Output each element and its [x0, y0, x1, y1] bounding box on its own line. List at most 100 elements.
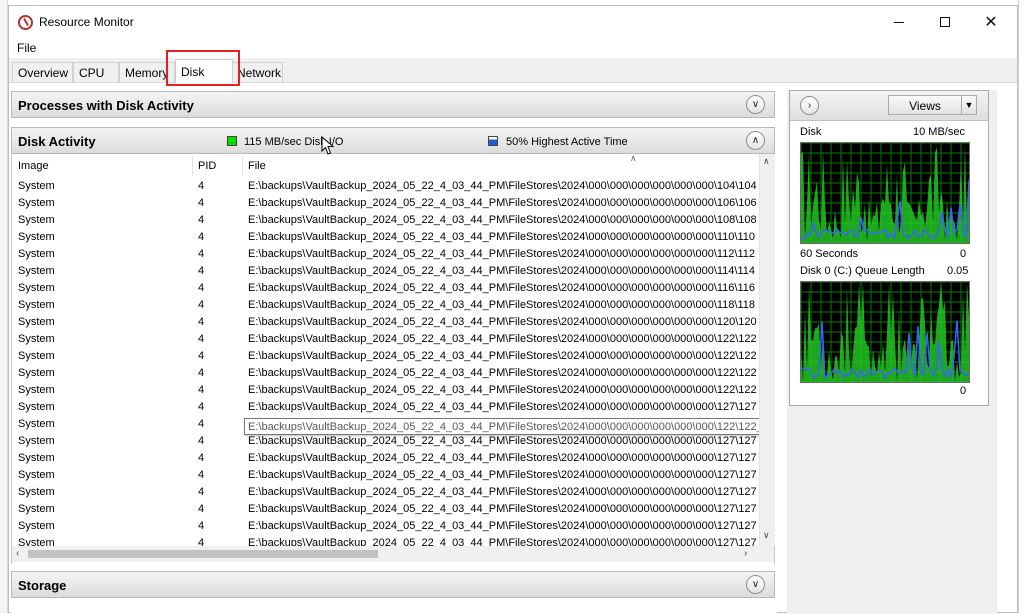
row-pid: 4 — [198, 333, 205, 345]
processes-section-header[interactable]: Processes with Disk Activity ∨ — [11, 91, 775, 118]
row-image: System — [18, 299, 55, 311]
minimize-button[interactable] — [876, 6, 922, 38]
close-button[interactable]: ✕ — [968, 6, 1014, 38]
active-time-legend: 50% Highest Active Time — [506, 136, 628, 148]
row-file: E:\backups\VaultBackup_2024_05_22_4_03_4… — [248, 333, 757, 345]
row-image: System — [18, 180, 55, 192]
activity-area — [801, 145, 969, 243]
row-file: E:\backups\VaultBackup_2024_05_22_4_03_4… — [248, 214, 757, 226]
row-image: System — [18, 520, 55, 532]
storage-section-header[interactable]: Storage ∨ — [11, 571, 775, 598]
scroll-down-icon[interactable]: ∨ — [763, 530, 770, 541]
row-image: System — [18, 231, 55, 243]
row-image: System — [18, 214, 55, 226]
tab-memory[interactable]: Memory — [119, 62, 175, 82]
table-row[interactable]: System 4 E:\backups\VaultBackup_2024_05_22… — [12, 297, 762, 314]
vertical-scrollbar[interactable]: ∧ ∨ — [759, 154, 775, 546]
tab-cpu[interactable]: CPU — [73, 62, 119, 82]
row-file: E:\backups\VaultBackup_2024_05_22_4_03_4… — [248, 503, 757, 515]
table-row[interactable]: System 4 E:\backups\VaultBackup_2024_05_22… — [12, 195, 762, 212]
table-row[interactable]: System 4 E:\backups\VaultBackup_2024_05_22… — [12, 314, 762, 331]
table-row[interactable]: System 4 E:\backups\VaultBackup_2024_05_22… — [12, 518, 762, 535]
row-pid: 4 — [198, 469, 205, 481]
horizontal-scrollbar[interactable]: ‹ › — [12, 546, 774, 562]
row-file: E:\backups\VaultBackup_2024_05_22_4_03_4… — [248, 299, 756, 311]
scroll-left-icon[interactable]: ‹ — [16, 548, 19, 559]
tab-overview[interactable]: Overview — [12, 62, 73, 82]
queue-graph-min: 0 — [960, 385, 967, 397]
table-row[interactable]: System 4 E:\backups\VaultBackup_2024_05_22… — [12, 280, 762, 297]
chevron-down-icon[interactable]: ∨ — [746, 95, 765, 114]
row-image: System — [18, 503, 55, 515]
column-divider[interactable] — [242, 156, 243, 176]
row-file: E:\backups\VaultBackup_2024_05_22_4_03_4… — [248, 350, 757, 362]
table-row[interactable]: System 4 E:\backups\VaultBackup_2024_05_22… — [12, 246, 762, 263]
row-pid: 4 — [198, 503, 205, 515]
row-image: System — [18, 435, 55, 447]
tab-network[interactable]: Network — [231, 62, 283, 82]
queue-graph-title: Disk 0 (C:) Queue Length — [800, 265, 925, 277]
graph-toolbar: › Views ▼ — [790, 91, 988, 121]
tab-bar: Overview CPU Memory Network Disk — [9, 58, 1017, 83]
title-bar: Resource Monitor ✕ — [9, 6, 1017, 38]
close-icon: ✕ — [984, 14, 998, 31]
row-pid: 4 — [198, 520, 205, 532]
table-row[interactable]: System 4 E:\backups\VaultBackup_2024_05_22… — [12, 467, 762, 484]
table-row[interactable]: System 4 E:\backups\VaultBackup_2024_05_22… — [12, 212, 762, 229]
row-file: E:\backups\VaultBackup_2024_05_22_4_03_4… — [248, 265, 756, 277]
table-row[interactable]: System 4 E:\backups\VaultBackup_2024_05_22… — [12, 501, 762, 518]
disk-graph-min: 0 — [960, 248, 967, 260]
table-row[interactable]: System 4 E:\backups\VaultBackup_2024_05_22… — [12, 263, 762, 280]
views-button[interactable]: Views — [888, 95, 962, 115]
sort-indicator-icon: ∧ — [630, 154, 637, 163]
column-header-pid[interactable]: PID — [198, 154, 216, 174]
resource-monitor-icon — [18, 15, 33, 30]
tab-disk[interactable]: Disk — [175, 59, 233, 83]
row-pid: 4 — [198, 231, 205, 243]
table-row[interactable]: System 4 E:\backups\VaultBackup_2024_05_22… — [12, 433, 762, 450]
views-dropdown-button[interactable]: ▼ — [961, 95, 977, 115]
column-header-file[interactable]: File — [248, 154, 266, 174]
table-row[interactable]: System 4 E:\backups\VaultBackup_2024_05_22… — [12, 229, 762, 246]
row-pid: 4 — [198, 486, 205, 498]
disk-activity-section-title: Disk Activity — [18, 134, 96, 149]
mouse-cursor-icon — [321, 136, 335, 155]
row-pid: 4 — [198, 401, 205, 413]
row-file: E:\backups\VaultBackup_2024_05_22_4_03_4… — [248, 248, 756, 260]
chevron-right-icon[interactable]: › — [800, 96, 819, 115]
maximize-button[interactable] — [922, 6, 968, 38]
row-image: System — [18, 418, 55, 430]
table-row[interactable]: System 4 E:\backups\VaultBackup_2024_05_22… — [12, 331, 762, 348]
disk-activity-section-header[interactable]: Disk Activity 115 MB/sec Disk I/O 50% Hi… — [11, 127, 775, 155]
horizontal-scroll-thumb[interactable] — [28, 550, 378, 558]
row-image: System — [18, 469, 55, 481]
row-pid: 4 — [198, 350, 205, 362]
column-header-image[interactable]: Image — [18, 154, 49, 174]
row-pid: 4 — [198, 299, 205, 311]
menu-file[interactable]: File — [17, 41, 36, 55]
row-pid: 4 — [198, 265, 205, 277]
row-file: E:\backups\VaultBackup_2024_05_22_4_03_4… — [248, 452, 757, 464]
background-window-strip — [0, 0, 8, 613]
storage-section-title: Storage — [18, 578, 67, 593]
row-file: E:\backups\VaultBackup_2024_05_22_4_03_4… — [248, 282, 756, 294]
row-image: System — [18, 367, 55, 379]
scroll-up-icon[interactable]: ∧ — [763, 156, 770, 167]
scroll-right-icon[interactable]: › — [744, 548, 747, 559]
table-row[interactable]: System 4 E:\backups\VaultBackup_2024_05_22… — [12, 382, 762, 399]
maximize-icon — [940, 17, 950, 27]
column-divider[interactable] — [192, 156, 193, 176]
row-pid: 4 — [198, 282, 205, 294]
table-row[interactable]: System 4 E:\backups\VaultBackup_2024_05_22… — [12, 450, 762, 467]
row-image: System — [18, 316, 55, 328]
chevron-up-icon[interactable]: ∧ — [746, 131, 765, 150]
row-image: System — [18, 452, 55, 464]
table-row[interactable]: System 4 E:\backups\VaultBackup_2024_05_22… — [12, 348, 762, 365]
table-row[interactable]: System 4 E:\backups\VaultBackup_2024_05_22… — [12, 399, 762, 416]
table-row[interactable]: System 4 E:\backups\VaultBackup_2024_05_22… — [12, 484, 762, 501]
table-row[interactable]: System 4 E:\backups\VaultBackup_2024_05_22… — [12, 178, 762, 195]
row-file: E:\backups\VaultBackup_2024_05_22_4_03_4… — [248, 197, 757, 209]
table-row[interactable]: System 4 E:\backups\VaultBackup_2024_05_22… — [12, 365, 762, 382]
row-image: System — [18, 248, 55, 260]
chevron-down-icon[interactable]: ∨ — [746, 575, 765, 594]
